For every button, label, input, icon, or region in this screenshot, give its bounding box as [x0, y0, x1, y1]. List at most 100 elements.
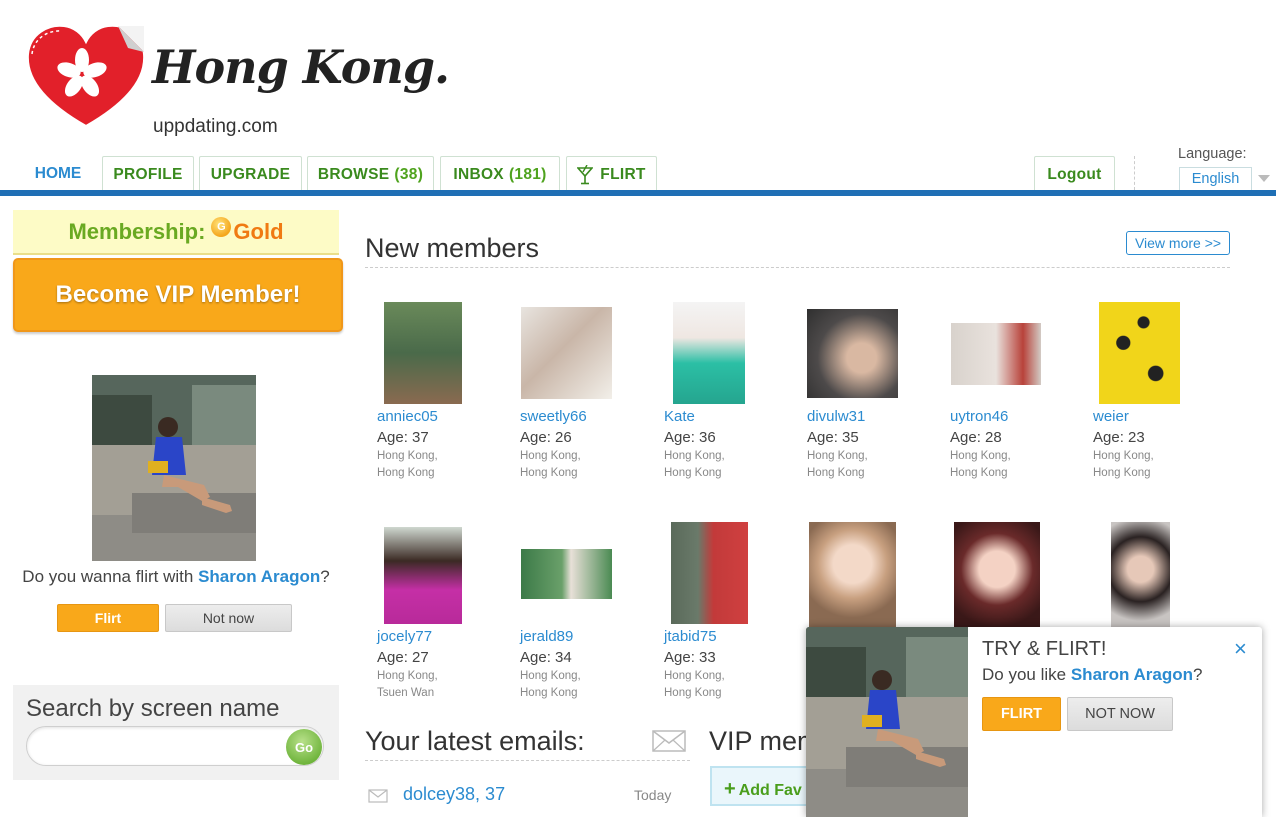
new-members-title: New members — [365, 233, 540, 263]
popup-question-mark: ? — [1193, 665, 1203, 684]
hong-kong-heart-logo[interactable] — [24, 22, 148, 130]
popup-question: Do you like Sharon Aragon? — [982, 665, 1202, 685]
member-photo[interactable] — [384, 527, 462, 624]
member-city: Hong Kong, — [520, 450, 581, 462]
nav-tab-profile[interactable]: PROFILE — [102, 156, 194, 192]
member-region: Hong Kong — [520, 467, 578, 479]
member-name-link[interactable]: divulw31 — [807, 408, 865, 425]
email-date: Today — [634, 787, 672, 803]
member-region: Hong Kong — [1093, 467, 1151, 479]
screen-name-search-input[interactable] — [26, 726, 324, 766]
member-city: Hong Kong, — [520, 670, 581, 682]
member-photo[interactable] — [1099, 302, 1180, 404]
member-age: Age: 27 — [377, 649, 429, 666]
member-region: Tsuen Wan — [377, 687, 435, 699]
popup-profile-link[interactable]: Sharon Aragon — [1071, 665, 1193, 684]
site-domain: uppdating.com — [153, 116, 278, 137]
member-photo[interactable] — [384, 302, 462, 404]
view-more-button[interactable]: View more >> — [1126, 231, 1230, 255]
member-age: Age: 37 — [377, 429, 429, 446]
envelope-icon — [652, 730, 686, 752]
woman-sitting-photo — [92, 375, 256, 561]
popup-title: TRY & FLIRT! — [982, 638, 1107, 660]
language-label: Language: — [1178, 146, 1247, 162]
member-name-link[interactable]: jocely77 — [377, 628, 432, 645]
member-photo[interactable] — [954, 522, 1040, 627]
member-city: Hong Kong, — [664, 670, 725, 682]
membership-status: Membership: G Gold — [13, 210, 339, 255]
go-button[interactable]: Go — [286, 729, 322, 765]
nav-tab-flirt[interactable]: FLIRT — [566, 156, 657, 192]
member-name-link[interactable]: sweetly66 — [520, 408, 587, 425]
language-select[interactable]: English — [1179, 167, 1252, 191]
member-location: Hong Kong, Hong Kong — [807, 448, 868, 482]
member-location: Hong Kong, Hong Kong — [1093, 448, 1154, 482]
logout-button[interactable]: Logout — [1034, 156, 1115, 192]
member-photo[interactable] — [951, 323, 1041, 385]
nav-bar-line — [0, 190, 1276, 196]
vip-members-title: VIP mem — [709, 726, 820, 756]
flirt-prompt-mark: ? — [320, 567, 330, 586]
become-vip-button[interactable]: Become VIP Member! — [13, 258, 343, 332]
member-photo[interactable] — [521, 549, 612, 599]
not-now-button[interactable]: Not now — [165, 604, 292, 632]
flirt-profile-link[interactable]: Sharon Aragon — [198, 567, 320, 586]
logout-label: Logout — [1047, 165, 1102, 183]
email-sender-link[interactable]: dolcey38, 37 — [403, 784, 505, 805]
member-photo[interactable] — [521, 307, 612, 399]
member-region: Hong Kong — [520, 687, 578, 699]
member-city: Hong Kong, — [807, 450, 868, 462]
woman-sitting-photo — [806, 627, 968, 817]
member-age: Age: 34 — [520, 649, 572, 666]
site-title: Hong Kong. — [152, 40, 450, 94]
flirt-button[interactable]: Flirt — [57, 604, 159, 632]
member-city: Hong Kong, — [664, 450, 725, 462]
search-title: Search by screen name — [26, 695, 280, 722]
member-name-link[interactable]: anniec05 — [377, 408, 438, 425]
member-name-link[interactable]: jtabid75 — [664, 628, 717, 645]
section-divider — [365, 760, 690, 761]
member-region: Hong Kong — [664, 467, 722, 479]
member-location: Hong Kong, Tsuen Wan — [377, 668, 438, 702]
nav-tab-upgrade[interactable]: UPGRADE — [199, 156, 302, 192]
nav-separator — [1134, 156, 1135, 190]
nav-tab-count: (181) — [508, 165, 547, 183]
membership-label: Membership: — [68, 218, 206, 244]
member-name-link[interactable]: weier — [1093, 408, 1129, 425]
envelope-icon — [368, 789, 388, 803]
popup-question-text: Do you like — [982, 665, 1067, 684]
chevron-down-icon[interactable] — [1258, 175, 1270, 182]
nav-tab-count: (38) — [394, 165, 424, 183]
member-location: Hong Kong, Hong Kong — [520, 448, 581, 482]
member-age: Age: 28 — [950, 429, 1002, 446]
popup-profile-photo[interactable] — [806, 627, 968, 817]
member-photo[interactable] — [809, 522, 896, 627]
member-age: Age: 36 — [664, 429, 716, 446]
member-region: Hong Kong — [377, 467, 435, 479]
nav-tab-label: BROWSE — [317, 165, 390, 183]
popup-not-now-button[interactable]: NOT NOW — [1067, 697, 1173, 731]
flirt-suggestion-photo[interactable] — [92, 375, 256, 561]
member-name-link[interactable]: Kate — [664, 408, 695, 425]
nav-home[interactable]: HOME — [18, 156, 98, 192]
member-age: Age: 23 — [1093, 429, 1145, 446]
member-region: Hong Kong — [664, 687, 722, 699]
member-location: Hong Kong, Hong Kong — [377, 448, 438, 482]
member-photo[interactable] — [807, 309, 898, 398]
nav-tab-browse[interactable]: BROWSE (38) — [307, 156, 434, 192]
member-city: Hong Kong, — [1093, 450, 1154, 462]
member-photo[interactable] — [671, 522, 748, 624]
nav-tab-inbox[interactable]: INBOX (181) — [440, 156, 560, 192]
close-icon[interactable]: × — [1234, 636, 1247, 662]
popup-flirt-button[interactable]: FLIRT — [982, 697, 1061, 731]
member-city: Hong Kong, — [377, 670, 438, 682]
member-location: Hong Kong, Hong Kong — [520, 668, 581, 702]
add-favorite-button[interactable]: + Add Fav — [710, 766, 820, 806]
member-city: Hong Kong, — [377, 450, 438, 462]
member-location: Hong Kong, Hong Kong — [950, 448, 1011, 482]
member-name-link[interactable]: uytron46 — [950, 408, 1008, 425]
membership-level: Gold — [233, 218, 284, 244]
member-photo[interactable] — [1111, 522, 1170, 627]
member-photo[interactable] — [673, 302, 745, 404]
member-name-link[interactable]: jerald89 — [520, 628, 573, 645]
